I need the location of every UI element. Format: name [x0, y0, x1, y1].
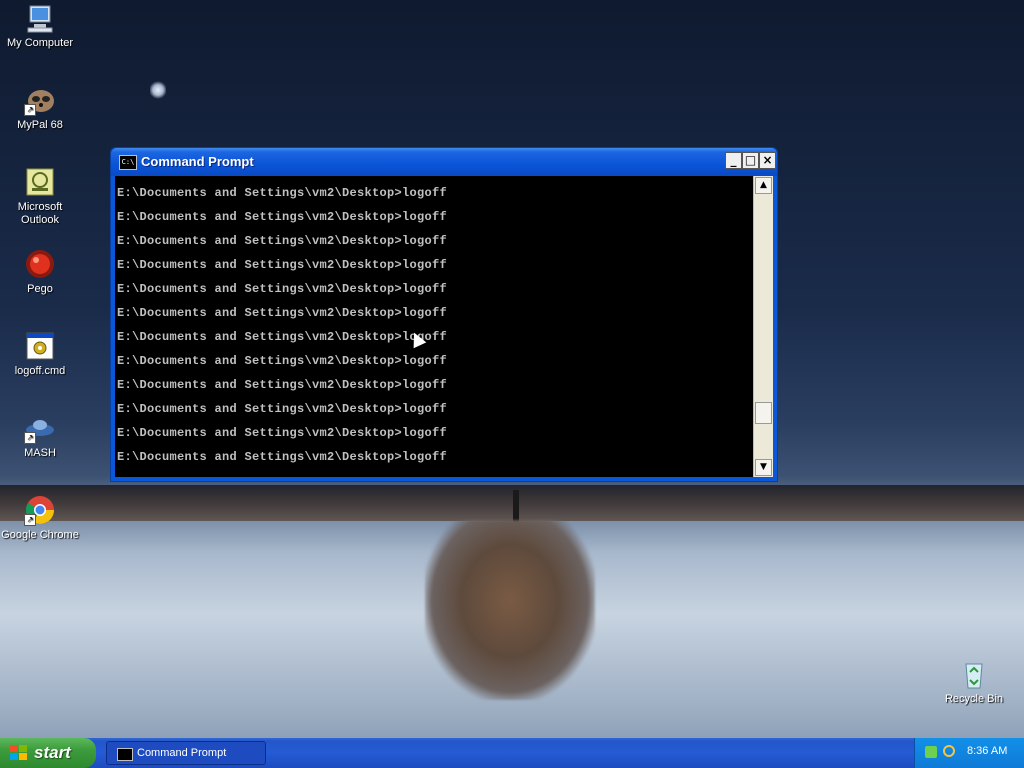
command-prompt-window[interactable]: C:\ Command Prompt _ □ × E:\Documents an…: [110, 147, 778, 482]
wallpaper-star: [150, 80, 166, 100]
close-button[interactable]: ×: [759, 152, 776, 169]
start-label: start: [34, 743, 71, 762]
console-line: E:\Documents and Settings\vm2\Desktop>lo…: [117, 306, 448, 320]
start-button[interactable]: start: [0, 738, 96, 768]
recycle-bin-icon: [958, 658, 990, 690]
desktop-icon-my-computer[interactable]: My Computer: [0, 2, 80, 50]
minimize-button[interactable]: _: [725, 152, 742, 169]
taskbar-button-command-prompt[interactable]: Command Prompt: [106, 741, 266, 765]
console-output[interactable]: E:\Documents and Settings\vm2\Desktop>lo…: [115, 176, 773, 477]
taskbar: start Command Prompt 8:36 AM: [0, 738, 1024, 768]
console-line: E:\Documents and Settings\vm2\Desktop>lo…: [117, 354, 448, 368]
scroll-up-button[interactable]: ▲: [755, 177, 772, 194]
console-line: E:\Documents and Settings\vm2\Desktop>lo…: [117, 282, 448, 296]
console-line: E:\Documents and Settings\vm2\Desktop>lo…: [117, 258, 448, 272]
outlook-icon: [24, 166, 56, 198]
chrome-icon: ↗: [24, 494, 56, 526]
shortcut-arrow-icon: ↗: [24, 514, 36, 526]
window-titlebar[interactable]: C:\ Command Prompt _ □ ×: [111, 148, 777, 176]
console-line: E:\Documents and Settings\vm2\Desktop>lo…: [117, 402, 448, 416]
scroll-thumb[interactable]: [755, 402, 772, 424]
vertical-scrollbar[interactable]: ▲ ▼: [753, 176, 773, 477]
window-title: Command Prompt: [141, 154, 254, 169]
scroll-down-button[interactable]: ▼: [755, 459, 772, 476]
desktop-icon-google-chrome[interactable]: ↗ Google Chrome: [0, 494, 80, 542]
windows-logo-icon: [10, 745, 28, 761]
cmd-icon: [117, 748, 133, 761]
desktop-icon-logoff-cmd[interactable]: logoff.cmd: [0, 330, 80, 378]
console-line: E:\Documents and Settings\vm2\Desktop>lo…: [117, 330, 448, 344]
console-line: E:\Documents and Settings\vm2\Desktop>lo…: [117, 234, 448, 248]
computer-icon: [24, 2, 56, 34]
console-line: E:\Documents and Settings\vm2\Desktop>lo…: [117, 186, 448, 200]
cmd-file-icon: [24, 330, 56, 362]
wallpaper-horizon: [0, 485, 1024, 521]
system-tray: 8:36 AM: [914, 738, 1024, 768]
desktop-icon-mash[interactable]: ↗ MASH: [0, 412, 80, 460]
desktop-icon-recycle-bin[interactable]: Recycle Bin: [934, 658, 1014, 706]
shortcut-arrow-icon: ↗: [24, 432, 36, 444]
desktop-icon-outlook[interactable]: Microsoft Outlook: [0, 166, 80, 227]
console-lines: E:\Documents and Settings\vm2\Desktop>lo…: [117, 186, 447, 474]
clock[interactable]: 8:36 AM: [967, 745, 1007, 757]
cmd-icon: C:\: [119, 155, 137, 170]
wallpaper-tree: [425, 520, 595, 700]
console-line: E:\Documents and Settings\vm2\Desktop>lo…: [117, 426, 448, 440]
maximize-button[interactable]: □: [742, 152, 759, 169]
raccoon-icon: ↗: [24, 84, 56, 116]
network-tray-icon[interactable]: [925, 746, 937, 758]
desktop-icon-pego[interactable]: Pego: [0, 248, 80, 296]
console-line: E:\Documents and Settings\vm2\Desktop>lo…: [117, 378, 448, 392]
console-line: E:\Documents and Settings\vm2\Desktop>lo…: [117, 450, 448, 464]
desktop-icon-mypal[interactable]: ↗ MyPal 68: [0, 84, 80, 132]
console-line: E:\Documents and Settings\vm2\Desktop>lo…: [117, 210, 448, 224]
search-tray-icon[interactable]: [943, 745, 955, 757]
shortcut-arrow-icon: ↗: [24, 104, 36, 116]
pego-icon: [24, 248, 56, 280]
mash-icon: ↗: [24, 412, 56, 444]
taskbar-button-label: Command Prompt: [137, 747, 227, 759]
